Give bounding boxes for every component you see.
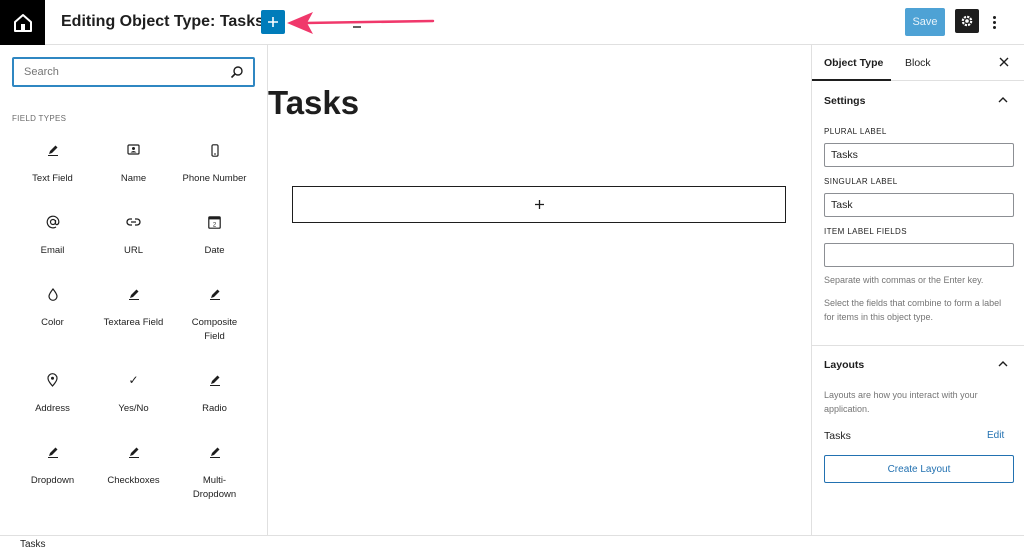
field-type-text-field[interactable]: Text Field [12,142,93,186]
field-type-label: Radio [202,403,227,414]
droplet-icon [47,287,58,301]
pencil-icon [47,447,58,458]
field-type-label: Composite Field [191,317,238,342]
page-title: Editing Object Type: Tasks [61,13,264,30]
checkmark-icon: ✓ [128,373,139,387]
pencil-icon [47,145,58,156]
field-type-name[interactable]: Name [93,142,174,186]
calendar-icon: 2 [208,215,221,229]
more-vertical-icon-dot [992,25,996,29]
chevron-up-icon[interactable] [998,96,1008,104]
home-button[interactable] [0,0,45,45]
field-type-checkboxes[interactable]: Checkboxes [93,444,174,488]
singular-label-input[interactable]: Task [824,193,1014,217]
pencil-icon [209,375,220,386]
field-type-label: Date [204,245,225,256]
save-button[interactable]: Save [905,8,945,36]
field-type-label: Dropdown [30,475,75,486]
tab-object-type[interactable]: Object Type [824,57,883,69]
block-appender-button[interactable] [292,186,786,223]
create-layout-button[interactable]: Create Layout [824,455,1014,483]
add-block-button[interactable] [261,10,285,34]
close-icon[interactable] [999,57,1009,67]
gear-icon [961,15,973,27]
layout-name: Tasks [824,430,851,442]
more-vertical-icon [992,15,996,19]
item-label-help: Separate with commas or the Enter key. [824,275,984,285]
field-type-label: Textarea Field [103,317,164,328]
editor-canvas: Tasks [268,45,811,535]
search-icon[interactable] [230,65,244,79]
field-type-label: Email [40,245,65,256]
plus-icon [534,200,544,209]
mobile-phone-icon [210,143,219,157]
breadcrumb-bar: Tasks [0,535,1024,554]
at-sign-icon [46,215,59,229]
calendar-icon-day: 2 [213,222,217,228]
field-type-label: URL [123,245,143,256]
pencil-icon [128,289,139,300]
field-type-label: Address [35,403,70,414]
sidebar-tabs: Object Type Block [812,45,1024,81]
layouts-description: Layouts are how you interact with your a… [824,390,978,414]
field-type-label: Multi-Dropdown [192,475,237,500]
field-type-date[interactable]: 2 Date [174,214,255,258]
home-icon [13,13,32,32]
section-label: FIELD TYPES [12,114,67,123]
item-label-fields-heading: ITEM LABEL FIELDS [824,227,907,236]
search-input[interactable] [24,64,224,80]
id-card-icon [127,144,140,155]
field-type-radio[interactable]: Radio [174,372,255,416]
settings-panel-heading[interactable]: Settings [824,95,865,107]
field-type-multi-dropdown[interactable]: Multi-Dropdown [174,444,255,502]
field-type-dropdown[interactable]: Dropdown [12,444,93,488]
field-type-phone-number[interactable]: Phone Number [174,142,255,186]
field-type-email[interactable]: Email [12,214,93,258]
field-type-label: Checkboxes [107,475,160,486]
pencil-icon [209,289,220,300]
field-type-label: Color [41,317,64,328]
field-type-label: Yes/No [118,403,149,414]
section-divider [812,345,1024,346]
field-type-yes-no[interactable]: ✓ Yes/No [93,372,174,416]
layouts-panel-heading[interactable]: Layouts [824,359,864,371]
plural-label-input[interactable]: Tasks [824,143,1014,167]
tab-block[interactable]: Block [905,57,931,69]
edit-layout-link[interactable]: Edit [987,430,1004,441]
list-view-icon[interactable] [352,14,362,28]
more-vertical-icon-dot [992,20,996,24]
map-pin-icon [47,373,58,387]
plural-label-heading: PLURAL LABEL [824,127,887,136]
item-label-fields-input[interactable] [824,243,1014,267]
plus-icon [268,17,278,27]
link-icon [126,218,141,226]
object-type-title[interactable]: Tasks [268,85,359,121]
field-type-label: Name [120,173,147,184]
field-type-label: Phone Number [182,173,247,184]
item-label-description: Select the fields that combine to form a… [824,298,1002,322]
search-field[interactable] [12,57,255,87]
active-tab-indicator [812,79,891,81]
field-type-label: Text Field [32,173,73,184]
field-type-textarea-field[interactable]: Textarea Field [93,286,174,330]
pencil-icon [209,447,220,458]
singular-label-heading: SINGULAR LABEL [824,177,898,186]
field-type-composite-field[interactable]: Composite Field [174,286,255,344]
pencil-icon [128,447,139,458]
field-type-address[interactable]: Address [12,372,93,416]
chevron-up-icon[interactable] [998,360,1008,368]
field-type-url[interactable]: URL [93,214,174,258]
top-toolbar: Editing Object Type: Tasks Save [0,0,1024,45]
block-inserter-panel: FIELD TYPES Text Field Name Phone Number… [0,45,268,535]
more-options-button[interactable] [988,10,1000,34]
settings-button[interactable] [955,9,979,33]
settings-sidebar: Object Type Block Settings PLURAL LABEL … [811,45,1024,535]
breadcrumb[interactable]: Tasks [20,539,46,550]
field-type-color[interactable]: Color [12,286,93,330]
